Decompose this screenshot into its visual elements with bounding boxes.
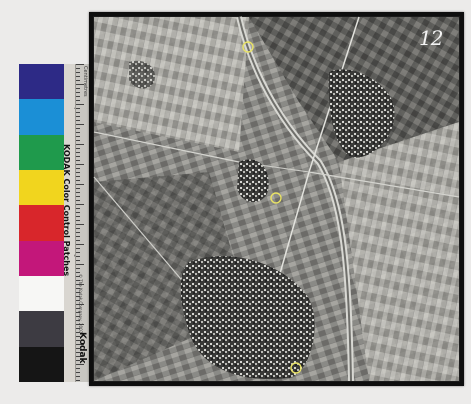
ruler-tick (76, 208, 80, 209)
color-patch-magenta (19, 240, 64, 276)
ruler-tick (76, 200, 80, 201)
aerial-photo-print: 12 (89, 12, 464, 386)
color-control-strip: BlueCyanGreenYellowRedMagentaWhite3/Colo… (19, 64, 89, 382)
ruler-tick (76, 372, 80, 373)
ruler-tick (76, 192, 80, 193)
scanner-bed: BlueCyanGreenYellowRedMagentaWhite3/Colo… (0, 0, 471, 404)
ruler-tick (76, 376, 80, 377)
ruler-tick (76, 132, 80, 133)
ruler-tick (76, 172, 80, 173)
ruler-tick (76, 112, 80, 113)
ruler-tick (76, 216, 80, 217)
color-patch-black (19, 346, 64, 382)
ruler-tick (76, 108, 80, 109)
ruler-tick (76, 220, 80, 221)
ruler-tick (76, 100, 80, 101)
ruler-tick (76, 72, 80, 73)
ruler-tick (76, 204, 84, 205)
ruler-tick (76, 232, 80, 233)
frame-number: 12 (419, 26, 443, 50)
ruler-tick (76, 116, 80, 117)
ruler-tick (76, 88, 80, 89)
ruler-tick (76, 144, 84, 145)
ruler-tick (76, 140, 80, 141)
color-patch-red (19, 205, 64, 241)
ruler-tick (76, 268, 80, 269)
ruler-tick (76, 176, 80, 177)
color-patch-3-color (19, 311, 64, 347)
ruler-tick (76, 228, 80, 229)
ruler-tick (76, 120, 80, 121)
ruler-tick (76, 156, 80, 157)
ruler-tick (76, 104, 84, 105)
ruler-tick (76, 160, 80, 161)
ruler-tick (76, 252, 80, 253)
ruler-tick (76, 380, 80, 381)
ruler-tick (76, 80, 80, 81)
strip-title: KODAK Color Control Patches (62, 144, 71, 277)
ruler-tick (76, 164, 84, 165)
ruler-tick (76, 152, 80, 153)
ruler-tick (76, 76, 80, 77)
ruler-tick (76, 260, 80, 261)
ruler-tick (76, 196, 80, 197)
ruler-tick (76, 124, 84, 125)
ruler-tick (76, 96, 80, 97)
aerial-photo (89, 12, 464, 386)
ruler-unit-label: Centimetres (82, 66, 88, 97)
color-patch-blue (19, 64, 64, 100)
color-patch-white (19, 276, 64, 312)
ruler-tick (76, 188, 80, 189)
ruler-tick (76, 136, 80, 137)
ruler-tick (76, 364, 84, 365)
ruler-tick (76, 92, 80, 93)
ruler-tick (76, 180, 80, 181)
ruler-tick (76, 248, 80, 249)
brand-logo-text: Kodak (77, 332, 87, 364)
ruler-tick (76, 184, 84, 185)
copyright-note: © The Kodak Company, 2007 (78, 274, 83, 334)
ruler-tick (76, 168, 80, 169)
ruler-tick (76, 224, 84, 225)
ruler-tick (76, 212, 80, 213)
ruler-tick (76, 368, 80, 369)
color-patch-yellow (19, 170, 64, 206)
color-patch-cyan (19, 99, 64, 135)
ruler-tick (76, 64, 84, 65)
ruler-tick (76, 272, 80, 273)
ruler-tick (76, 148, 80, 149)
ruler-tick (76, 244, 84, 245)
ruler-tick (76, 68, 80, 69)
ruler-tick (76, 256, 80, 257)
color-patch-green (19, 134, 64, 170)
ruler-tick (76, 128, 80, 129)
ruler-tick (76, 240, 80, 241)
ruler-tick (76, 264, 84, 265)
ruler-tick (76, 236, 80, 237)
